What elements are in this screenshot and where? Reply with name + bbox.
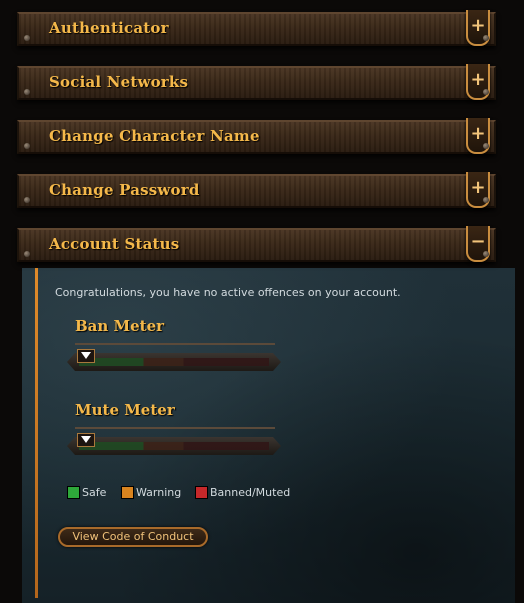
rivet-icon [24,143,30,149]
section-title: Change Character Name [49,127,260,145]
rivet-icon [483,89,489,95]
section-change-character-name[interactable]: Change Character Name + [17,118,496,154]
plus-icon: + [470,15,486,36]
meter-gradient [79,442,269,450]
rivet-icon [483,35,489,41]
mute-meter-label: Mute Meter [75,401,175,419]
status-message: Congratulations, you have no active offe… [55,286,401,299]
banned-swatch [195,486,208,499]
rivet-icon [483,251,489,257]
meter-rail [75,343,275,345]
rivet-icon [24,251,30,257]
section-title: Change Password [49,181,200,199]
minus-icon: − [470,231,486,252]
rivet-icon [24,35,30,41]
legend-safe: Safe [82,486,107,499]
panel-rail [35,268,38,598]
rivet-icon [483,197,489,203]
view-code-of-conduct-button[interactable]: View Code of Conduct [58,527,208,547]
meter-pointer-icon [77,349,95,363]
ban-meter [67,343,281,371]
ban-meter-label: Ban Meter [75,317,165,335]
plus-icon: + [470,69,486,90]
section-social-networks[interactable]: Social Networks + [17,64,496,100]
section-change-password[interactable]: Change Password + [17,172,496,208]
section-authenticator[interactable]: Authenticator + [17,10,496,46]
section-account-status[interactable]: Account Status − [17,226,496,262]
warning-swatch [121,486,134,499]
plus-icon: + [470,177,486,198]
rivet-icon [24,197,30,203]
meter-pointer-icon [77,433,95,447]
section-title: Account Status [49,235,180,253]
rivet-icon [24,89,30,95]
rivet-icon [483,143,489,149]
meter-gradient [79,358,269,366]
mute-meter [67,427,281,455]
safe-swatch [67,486,80,499]
section-title: Authenticator [49,19,169,37]
legend-banned: Banned/Muted [210,486,291,499]
section-title: Social Networks [49,73,189,91]
meter-rail [75,427,275,429]
plus-icon: + [470,123,486,144]
legend-warning: Warning [136,486,182,499]
